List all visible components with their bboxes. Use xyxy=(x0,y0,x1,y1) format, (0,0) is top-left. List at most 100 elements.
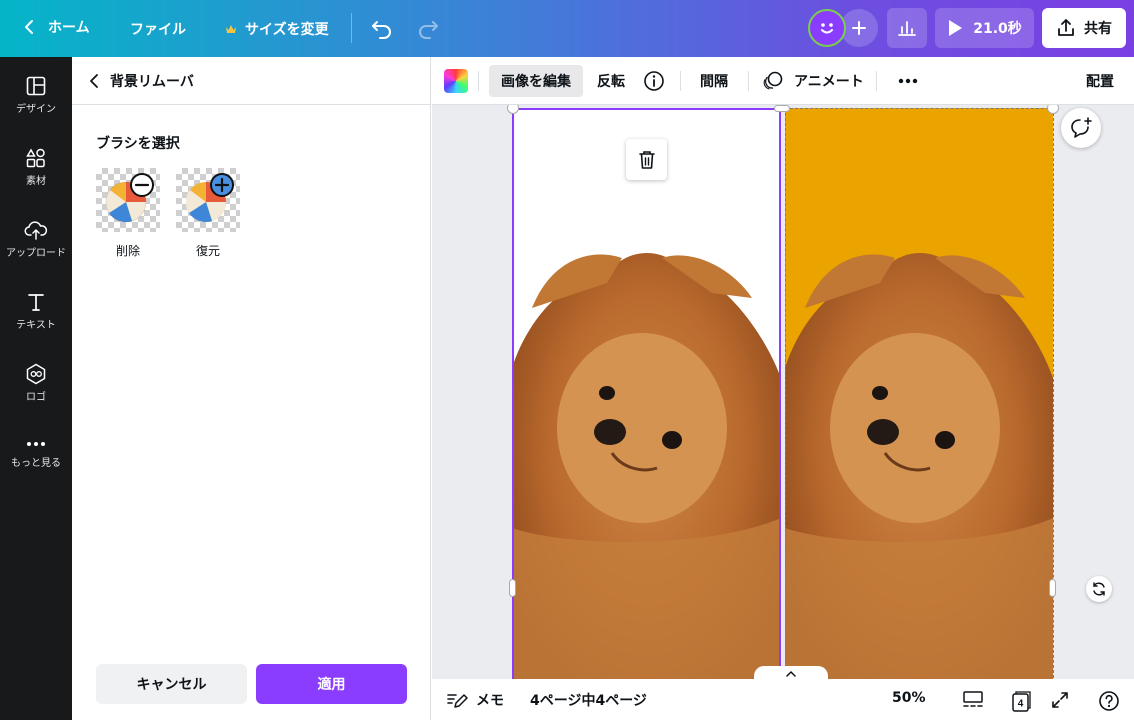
spacing-button[interactable]: 間隔 xyxy=(700,65,728,97)
toolbar-divider xyxy=(478,71,479,91)
home-label: ホーム xyxy=(48,20,90,36)
chevron-left-icon xyxy=(90,73,98,88)
notes-pencil-icon xyxy=(447,694,468,708)
show-pages-toggle[interactable] xyxy=(754,666,828,679)
animate-circles-icon xyxy=(763,71,783,90)
panel-title: 背景リムーバ xyxy=(110,73,194,90)
pomeranian-original-image xyxy=(785,253,1053,679)
crown-icon xyxy=(226,25,236,33)
erase-brush-button[interactable]: 削除 xyxy=(96,168,160,259)
page-grid-icon xyxy=(963,691,983,707)
rotate-icon xyxy=(1093,582,1105,596)
position-label: 配置 xyxy=(1086,74,1114,90)
undo-button[interactable] xyxy=(368,14,396,42)
panel-back-button[interactable]: 背景リムーバ xyxy=(72,57,431,105)
resize-handle[interactable] xyxy=(509,579,516,597)
rail-item-design[interactable]: デザイン xyxy=(0,75,72,115)
page-indicator-text: 4ページ中4ページ xyxy=(530,693,647,709)
bottom-bar: メモ 4ページ中4ページ 50% 4 xyxy=(432,679,1134,720)
rail-item-more[interactable]: もっと見る xyxy=(0,437,72,469)
rail-item-text[interactable]: テキスト xyxy=(0,291,72,331)
rail-item-elements[interactable]: 素材 xyxy=(0,147,72,187)
apply-button[interactable]: 適用 xyxy=(256,664,407,704)
rail-label: デザイン xyxy=(16,104,56,115)
edit-image-button[interactable]: 画像を編集 xyxy=(489,65,583,97)
rotate-button[interactable] xyxy=(1086,576,1112,602)
more-dots-icon xyxy=(27,442,45,446)
resize-handle[interactable] xyxy=(1049,579,1056,597)
restore-brush-button[interactable]: 復元 xyxy=(176,168,240,259)
toolbar-divider xyxy=(748,71,749,91)
redo-button[interactable] xyxy=(414,14,442,42)
rail-item-logo[interactable]: ロゴ xyxy=(0,363,72,403)
chevron-up-icon xyxy=(786,670,796,677)
position-button[interactable]: 配置 xyxy=(1086,65,1114,97)
page-right-image[interactable] xyxy=(785,108,1053,679)
zoom-level[interactable]: 50% xyxy=(892,690,926,706)
shapes-icon xyxy=(26,148,45,168)
more-options-button[interactable] xyxy=(898,65,918,97)
restore-brush-label: 復元 xyxy=(195,244,220,258)
trash-icon xyxy=(638,150,655,169)
edit-image-label: 画像を編集 xyxy=(501,74,571,90)
animate-label: アニメート xyxy=(794,74,864,90)
animate-button[interactable]: アニメート xyxy=(762,65,864,97)
pages-button[interactable]: 4 xyxy=(1009,690,1033,712)
delete-button[interactable] xyxy=(626,139,667,180)
rail-item-uploads[interactable]: アップロード xyxy=(0,219,72,259)
top-bar: ホーム ファイル サイズを変更 21.0秒 共有 xyxy=(0,0,1134,57)
more-horizontal-icon xyxy=(898,78,918,84)
resize-handle[interactable] xyxy=(1047,105,1059,114)
avatar[interactable] xyxy=(808,9,846,47)
help-icon xyxy=(1099,691,1119,711)
erase-brush-thumbnail xyxy=(96,168,160,232)
rail-label: テキスト xyxy=(16,320,56,331)
grid-view-button[interactable] xyxy=(962,690,984,710)
pomeranian-cutout-image xyxy=(512,253,781,679)
beach-ball-icon xyxy=(105,173,154,223)
insights-button[interactable] xyxy=(887,8,927,48)
smiley-face-icon xyxy=(821,23,833,34)
beach-ball-icon xyxy=(185,173,234,223)
info-icon xyxy=(644,71,664,91)
flip-button[interactable]: 反転 xyxy=(597,65,625,97)
rail-label: 素材 xyxy=(26,176,46,187)
restore-brush-thumbnail xyxy=(176,168,240,232)
topbar-divider xyxy=(351,13,352,43)
page-count-badge: 4 xyxy=(1018,699,1024,710)
plus-icon xyxy=(852,21,866,35)
add-comment-button[interactable] xyxy=(1061,108,1101,148)
flip-label: 反転 xyxy=(597,74,625,90)
present-button[interactable]: 21.0秒 xyxy=(935,8,1034,48)
home-button[interactable]: ホーム xyxy=(20,17,90,37)
erase-brush-label: 削除 xyxy=(115,244,140,258)
logo-icon xyxy=(26,363,46,385)
redo-icon xyxy=(419,21,438,39)
rail-label: アップロード xyxy=(6,248,66,259)
help-button[interactable] xyxy=(1098,690,1120,712)
color-picker-button[interactable] xyxy=(444,69,468,93)
design-canvas[interactable] xyxy=(432,105,1134,679)
section-title: ブラシを選択 xyxy=(96,136,180,152)
background-remover-panel: 背景リムーバ ブラシを選択 削除 復元 キャンセル 適用 xyxy=(72,57,431,720)
resize-label: サイズを変更 xyxy=(245,22,329,38)
file-menu-button[interactable]: ファイル xyxy=(130,19,186,39)
share-button[interactable]: 共有 xyxy=(1042,8,1126,48)
layout-icon xyxy=(26,76,46,96)
fullscreen-button[interactable] xyxy=(1050,690,1070,710)
notes-button[interactable]: メモ xyxy=(446,690,504,710)
cloud-upload-icon xyxy=(24,221,48,240)
toolbar-divider xyxy=(876,71,877,91)
toolbar-divider xyxy=(680,71,681,91)
resize-button[interactable]: サイズを変更 xyxy=(225,19,329,39)
cancel-button[interactable]: キャンセル xyxy=(96,664,247,704)
resize-handle[interactable] xyxy=(774,105,790,112)
rail-label: もっと見る xyxy=(11,458,61,469)
page-left-image[interactable] xyxy=(512,108,781,679)
comment-add-icon xyxy=(1071,117,1092,138)
file-label: ファイル xyxy=(130,22,186,38)
rail-label: ロゴ xyxy=(26,392,46,403)
spacing-label: 間隔 xyxy=(700,74,728,90)
info-button[interactable] xyxy=(643,65,665,97)
undo-icon xyxy=(372,21,391,39)
